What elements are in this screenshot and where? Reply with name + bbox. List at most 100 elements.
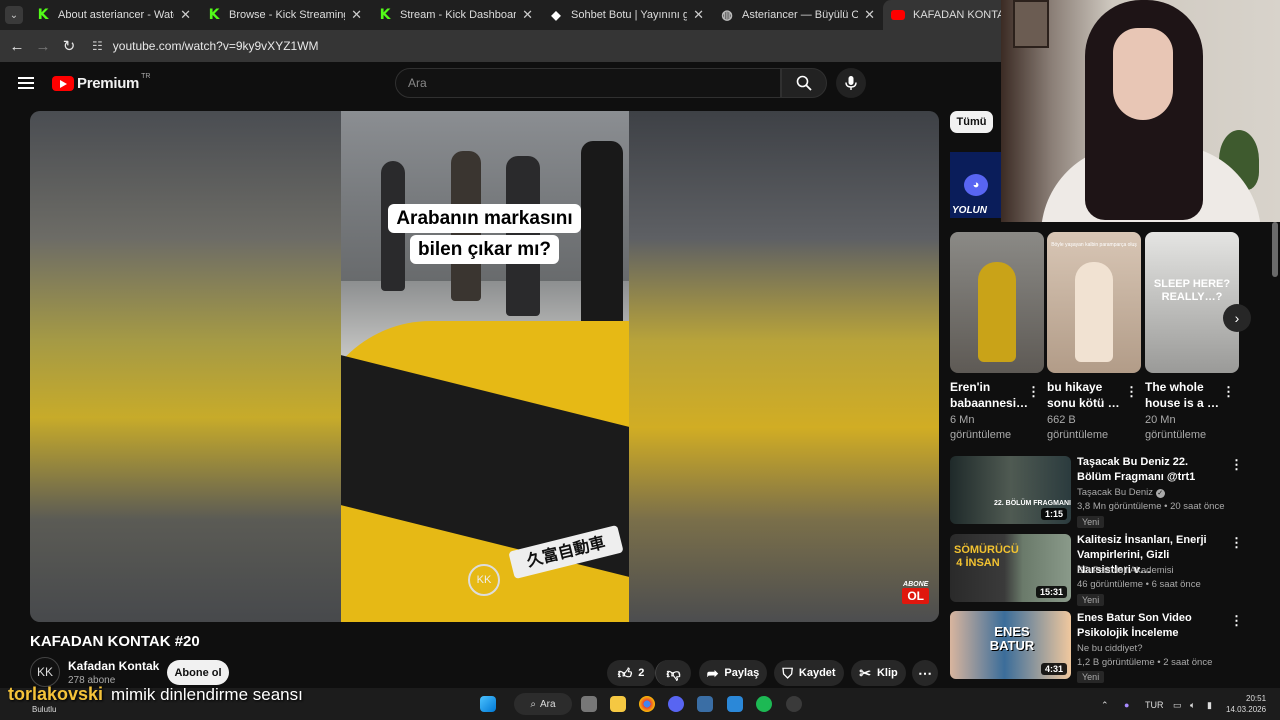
close-icon[interactable]: ✕ [693,7,704,23]
tab-2[interactable]: K Browse - Kick Streaming ✕ [199,0,370,30]
chat-message: mimik dinlendirme seansı [111,685,303,704]
tab-3[interactable]: K Stream - Kick Dashboard ✕ [370,0,541,30]
close-icon[interactable]: ✕ [864,7,875,23]
camera-app-icon[interactable] [697,696,713,712]
more-actions-button[interactable]: ⋯ [912,660,938,686]
channel-name[interactable]: Kafadan Kontak [68,659,159,673]
reload-icon[interactable]: ↻ [56,37,82,55]
system-clock[interactable]: 20:51 14.03.2026 [1226,693,1266,715]
short-thumbnail-3[interactable]: SLEEP HERE? REALLY…? [1145,232,1239,373]
like-button[interactable]: 👍︎ 2 [607,660,655,686]
chevron-up-icon[interactable]: ⌃ [1101,700,1109,711]
close-icon[interactable]: ✕ [180,7,191,23]
share-button[interactable]: ➦ Paylaş [699,660,767,686]
battery-icon[interactable]: ▮ [1207,700,1212,711]
tab-1[interactable]: K About asteriancer - Watch Live on ✕ [28,0,199,30]
related-channel[interactable]: Taşacak Bu Deniz ✓ [1077,487,1165,498]
task-view-icon[interactable] [581,696,597,712]
short-views-line: 20 Mn [1145,414,1176,426]
taskbar-search[interactable]: ⌕ Ara [514,693,572,715]
channel-name: Taşacak Bu Deniz [1077,487,1154,498]
search-button[interactable] [781,68,827,98]
channel-avatar[interactable]: KK [30,657,60,687]
new-badge: Yeni [1077,516,1105,528]
app-icon[interactable] [786,696,802,712]
short-views: 20 Mn görüntüleme [1145,413,1235,443]
forward-arrow-icon[interactable]: → [30,38,56,55]
related-channel[interactable]: Ne bu ciddiyet? [1077,643,1142,654]
short-title-line: babaannesi… [950,396,1029,410]
related-title[interactable]: Enes Batur Son Video Psikolojik İnceleme [1077,611,1225,641]
short-title[interactable]: Eren'in babaannesi… [950,379,1028,411]
tab-4[interactable]: ◆ Sohbet Botu | Yayınını güçlendirme ✕ [541,0,712,30]
related-title[interactable]: Taşacak Bu Deniz 22. Bölüm Fragmanı @trt… [1077,455,1225,485]
youtube-logo[interactable]: Premium TR [52,72,151,92]
discord-icon[interactable] [668,696,684,712]
more-vert-icon[interactable]: ⋮ [1027,385,1040,399]
network-icon[interactable]: ▭ [1173,700,1182,711]
clip-label: Klip [876,667,898,679]
menu-icon[interactable] [18,77,34,89]
video-blur-left [30,111,341,622]
video-player[interactable]: Arabanın markasını bilen çıkar mı? 久富自動車… [30,111,939,622]
more-vert-icon[interactable]: ⋮ [1230,614,1243,628]
thumbnail-text: 22. BÖLÜM FRAGMANI [994,500,1071,507]
close-icon[interactable]: ✕ [522,7,533,23]
save-button[interactable]: ⛉ Kaydet [774,660,844,686]
file-explorer-icon[interactable] [610,696,626,712]
short-thumbnail-2[interactable]: Böyle yaşayan kalbin paramparça oluş [1047,232,1141,373]
youtube-header: Premium TR Ara [0,62,1000,104]
related-thumbnail-1[interactable]: 22. BÖLÜM FRAGMANI 1:15 [950,456,1071,524]
save-label: Kaydet [798,667,836,679]
volume-icon[interactable]: 🔈︎ [1190,700,1195,711]
subscribe-button[interactable]: Abone ol [167,660,229,685]
windows-start-icon[interactable] [480,696,496,712]
address-bar[interactable]: ☷ youtube.com/watch?v=9ky9vXYZ1WM [92,34,992,58]
related-thumbnail-3[interactable]: ENES BATUR 4:31 [950,611,1071,679]
short-views: 6 Mn görüntüleme [950,413,1040,443]
voice-search-button[interactable] [836,68,866,98]
share-label: Paylaş [724,667,760,679]
region-code: TR [141,72,151,80]
filter-chip-all[interactable]: Tümü [950,111,993,133]
ad-thumbnail[interactable]: ◕ YOLUN [950,152,1002,218]
related-thumbnail-2[interactable]: SÖMÜRÜCÜ 4 İNSAN 15:31 [950,534,1071,602]
short-title[interactable]: bu hikaye sonu kötü … [1047,379,1125,411]
related-channel[interactable]: SD Psikoloji Akademisi [1077,565,1174,576]
back-arrow-icon[interactable]: ← [4,38,30,55]
kick-icon: K [208,7,220,23]
short-views-line: görüntüleme [1145,429,1207,441]
url-text: youtube.com/watch?v=9ky9vXYZ1WM [112,39,319,53]
chrome-icon[interactable] [639,696,655,712]
close-icon[interactable]: ✕ [351,7,362,23]
more-vert-icon[interactable]: ⋮ [1230,536,1243,550]
spotify-icon[interactable] [756,696,772,712]
app-icon[interactable] [727,696,743,712]
youtube-icon [891,10,905,20]
shorts-next-button[interactable]: › [1223,304,1251,332]
page-scrollbar[interactable] [1272,222,1278,277]
tab-title: Sohbet Botu | Yayınını güçlendirme [571,9,688,21]
search-input[interactable]: Ara [395,68,781,98]
subscribe-overlay[interactable]: ABONE OL [902,581,929,604]
chevron-right-icon: › [1234,310,1240,326]
site-info-icon[interactable]: ☷ [92,39,103,53]
short-title[interactable]: The whole house is a … [1145,379,1223,411]
caption-line-2: bilen çıkar mı? [409,235,560,264]
more-vert-icon[interactable]: ⋮ [1222,385,1235,399]
weather-label[interactable]: Bulutlu [32,705,56,714]
tab-5[interactable]: ◍ Asteriancer — Büyülü Orman ✕ [712,0,883,30]
clip-button[interactable]: ✂ Klip [851,660,906,686]
ad-text: YOLUN [952,205,987,216]
search-icon: ⌕ [530,698,537,710]
dislike-button[interactable]: 👎︎ [655,660,691,686]
microphone-icon[interactable]: ● [1124,700,1129,710]
youtube-play-icon [52,75,74,91]
video-caption: Arabanın markasını bilen çıkar mı? [371,204,598,266]
language-indicator[interactable]: TUR [1145,700,1164,710]
more-vert-icon[interactable]: ⋮ [1230,458,1243,472]
short-thumbnail-1[interactable] [950,232,1044,373]
tab-search-button[interactable]: ⌄ [0,0,28,30]
short-views-line: görüntüleme [1047,429,1109,441]
more-vert-icon[interactable]: ⋮ [1125,385,1138,399]
